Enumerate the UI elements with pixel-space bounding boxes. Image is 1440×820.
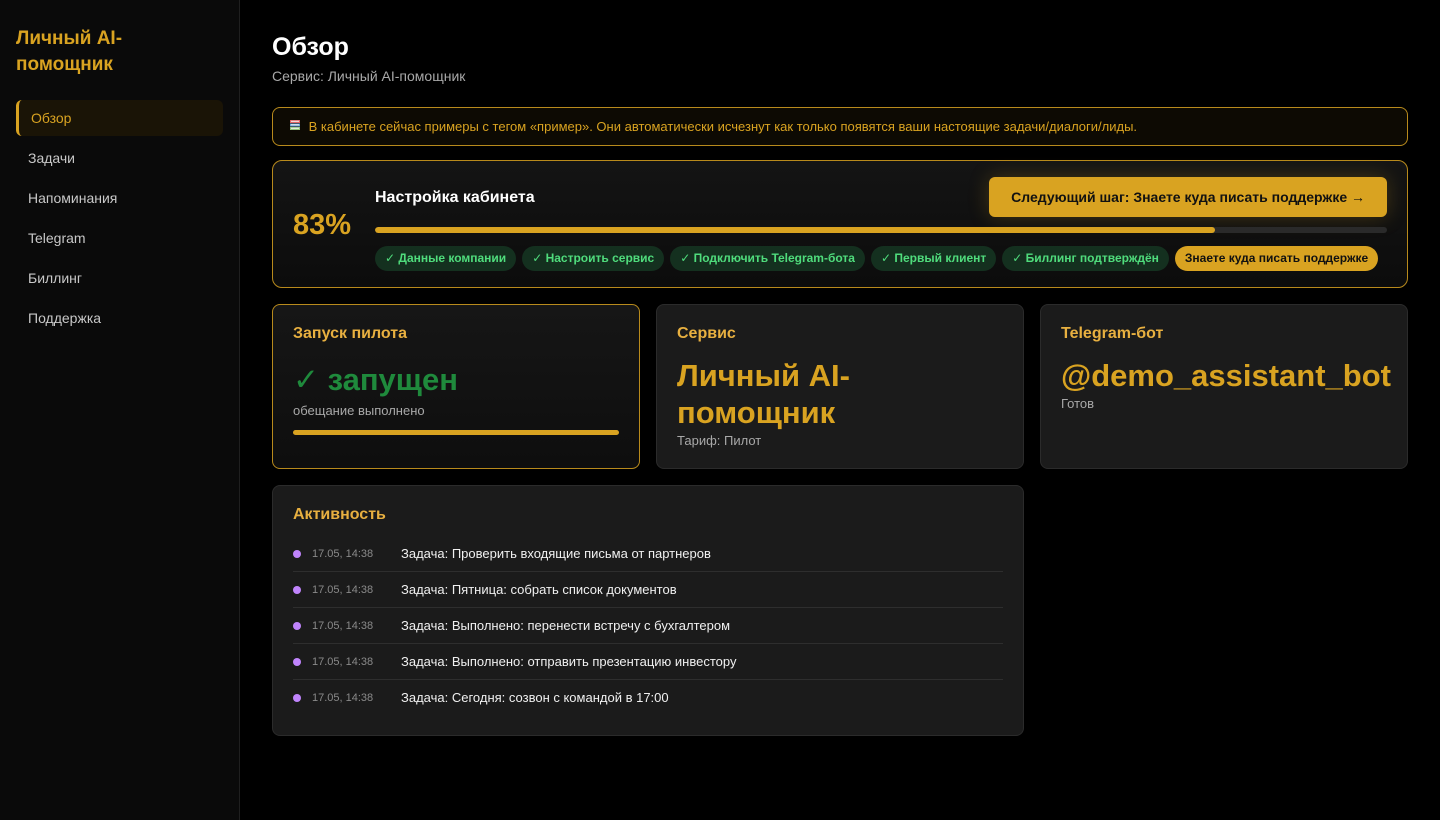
activity-time: 17.05, 14:38 <box>312 692 374 704</box>
activity-text: Задача: Проверить входящие письма от пар… <box>401 546 711 561</box>
activity-text: Задача: Пятница: собрать список документ… <box>401 582 677 597</box>
setup-percent: 83% <box>293 209 352 241</box>
sidebar-item-telegram[interactable]: Telegram <box>16 220 223 256</box>
pilot-progress-bar <box>293 430 619 435</box>
activity-title: Активность <box>293 506 386 523</box>
service-name: Личный AI-помощник <box>677 358 850 430</box>
setup-panel: 83% Настройка кабинета Следующий шаг: Зн… <box>272 160 1408 288</box>
pilot-card-title: Запуск пилота <box>293 325 407 342</box>
step-chip-support[interactable]: Знаете куда писать поддержке <box>1174 246 1379 271</box>
setup-title: Настройка кабинета <box>375 189 535 206</box>
pilot-status: ✓ запущен <box>293 362 458 397</box>
step-chip-billing[interactable]: ✓ Биллинг подтверждён <box>1002 246 1169 271</box>
telegram-card-title: Telegram-бот <box>1061 325 1164 342</box>
telegram-bot-status: Готов <box>1061 396 1095 411</box>
telegram-card: Telegram-бот @demo_assistant_bot Готов <box>1040 304 1408 469</box>
activity-time: 17.05, 14:38 <box>312 584 374 596</box>
telegram-bot-handle: @demo_assistant_bot <box>1061 358 1391 393</box>
activity-text: Задача: Сегодня: созвон с командой в 17:… <box>401 690 669 705</box>
demo-notice: В кабинете сейчас примеры с тегом «приме… <box>272 107 1408 146</box>
activity-panel: Активность 17.05, 14:38 Задача: Проверит… <box>272 485 1024 736</box>
notice-text: В кабинете сейчас примеры с тегом «приме… <box>308 119 1138 134</box>
sidebar-nav: Обзор Задачи Напоминания Telegram Биллин… <box>16 100 223 340</box>
activity-dot <box>293 550 301 558</box>
sidebar-item-tasks[interactable]: Задачи <box>16 140 223 176</box>
activity-text: Задача: Выполнено: перенести встречу с б… <box>401 618 731 633</box>
sidebar-item-reminders[interactable]: Напоминания <box>16 180 223 216</box>
setup-steps: ✓ Данные компании ✓ Настроить сервис ✓ П… <box>375 246 1379 271</box>
sidebar-item-overview[interactable]: Обзор <box>16 100 223 136</box>
activity-time: 17.05, 14:38 <box>312 656 374 668</box>
sidebar-item-billing[interactable]: Биллинг <box>16 260 223 296</box>
step-chip-service[interactable]: ✓ Настроить сервис <box>522 246 665 271</box>
activity-time: 17.05, 14:38 <box>312 620 374 632</box>
activity-dot <box>293 622 301 630</box>
activity-row[interactable]: 17.05, 14:38 Задача: Сегодня: созвон с к… <box>293 680 1003 716</box>
activity-row[interactable]: 17.05, 14:38 Задача: Выполнено: перенест… <box>293 608 1003 644</box>
activity-dot <box>293 658 301 666</box>
book-icon <box>289 108 301 145</box>
pilot-progress-fill <box>293 430 619 435</box>
activity-row[interactable]: 17.05, 14:38 Задача: Пятница: собрать сп… <box>293 572 1003 608</box>
activity-list: 17.05, 14:38 Задача: Проверить входящие … <box>293 536 1003 716</box>
brand-title: Личный AI-помощник <box>16 28 123 75</box>
service-card-title: Сервис <box>677 325 736 342</box>
pilot-status-note: обещание выполнено <box>293 403 425 418</box>
sidebar-item-support[interactable]: Поддержка <box>16 300 223 336</box>
activity-dot <box>293 694 301 702</box>
page-subtitle: Сервис: Личный AI-помощник <box>272 68 466 84</box>
activity-row[interactable]: 17.05, 14:38 Задача: Выполнено: отправит… <box>293 644 1003 680</box>
service-card: Сервис Личный AI-помощник Тариф: Пилот <box>656 304 1024 469</box>
pilot-card: Запуск пилота ✓ запущен обещание выполне… <box>272 304 640 469</box>
page-title: Обзор <box>272 33 349 61</box>
setup-progress-bar <box>375 227 1387 233</box>
step-chip-company[interactable]: ✓ Данные компании <box>375 246 517 271</box>
sidebar: Личный AI-помощник Обзор Задачи Напомина… <box>0 0 240 820</box>
step-chip-first-client[interactable]: ✓ Первый клиент <box>870 246 997 271</box>
service-plan: Тариф: Пилот <box>677 433 762 448</box>
activity-row[interactable]: 17.05, 14:38 Задача: Проверить входящие … <box>293 536 1003 572</box>
activity-text: Задача: Выполнено: отправить презентацию… <box>401 654 737 669</box>
step-chip-telegram[interactable]: ✓ Подключить Telegram-бота <box>670 246 865 271</box>
setup-progress-fill <box>375 227 1215 233</box>
activity-dot <box>293 586 301 594</box>
activity-time: 17.05, 14:38 <box>312 548 374 560</box>
next-step-button[interactable]: Следующий шаг: Знаете куда писать поддер… <box>989 177 1387 217</box>
